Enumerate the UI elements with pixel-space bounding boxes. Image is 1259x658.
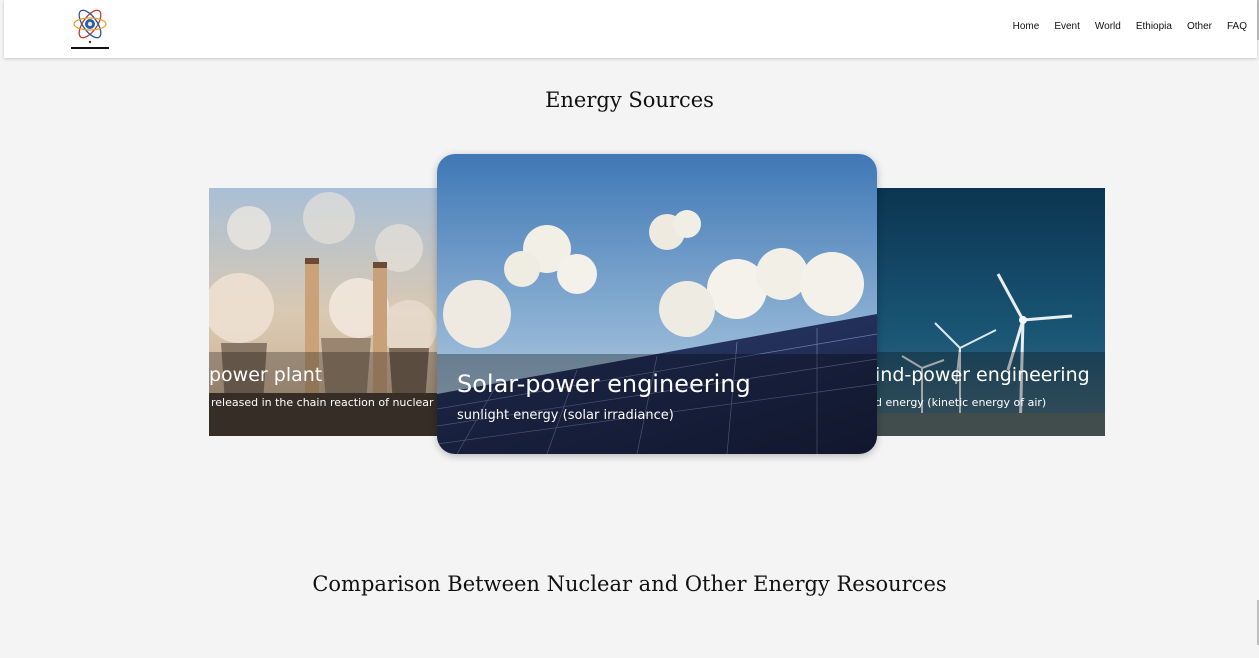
carousel-card-wind[interactable]: ind-power engineering d energy (kinetic …: [860, 188, 1105, 436]
atom-logo-icon[interactable]: [67, 6, 113, 50]
nav-menu: Home Event World Ethiopia Other FAQ: [1013, 21, 1247, 32]
top-navbar: Home Event World Ethiopia Other FAQ: [4, 0, 1257, 58]
card-caption: ind-power engineering d energy (kinetic …: [860, 352, 1105, 436]
comparison-title: Comparison Between Nuclear and Other Ene…: [312, 572, 947, 596]
card-caption: power plant released in the chain reacti…: [209, 352, 449, 436]
carousel-card-solar[interactable]: Solar-power engineering sunlight energy …: [437, 154, 877, 454]
nav-other-link[interactable]: Other: [1187, 21, 1212, 32]
card-title: Solar-power engineering: [457, 370, 751, 398]
card-subtitle: d energy (kinetic energy of air): [875, 396, 1047, 409]
nav-event-link[interactable]: Event: [1054, 21, 1080, 32]
card-subtitle: released in the chain reaction of nuclea…: [211, 396, 441, 409]
nav-faq-link[interactable]: FAQ: [1227, 21, 1247, 32]
card-title: power plant: [209, 364, 323, 386]
card-title: ind-power engineering: [875, 364, 1090, 386]
energy-sources-title: Energy Sources: [545, 88, 714, 112]
nav-ethiopia-link[interactable]: Ethiopia: [1136, 21, 1172, 32]
carousel-card-nuclear[interactable]: power plant released in the chain reacti…: [209, 188, 449, 436]
card-caption: Solar-power engineering sunlight energy …: [437, 354, 877, 454]
card-subtitle: sunlight energy (solar irradiance): [457, 408, 674, 423]
nav-home-link[interactable]: Home: [1013, 21, 1040, 32]
nav-world-link[interactable]: World: [1095, 21, 1121, 32]
